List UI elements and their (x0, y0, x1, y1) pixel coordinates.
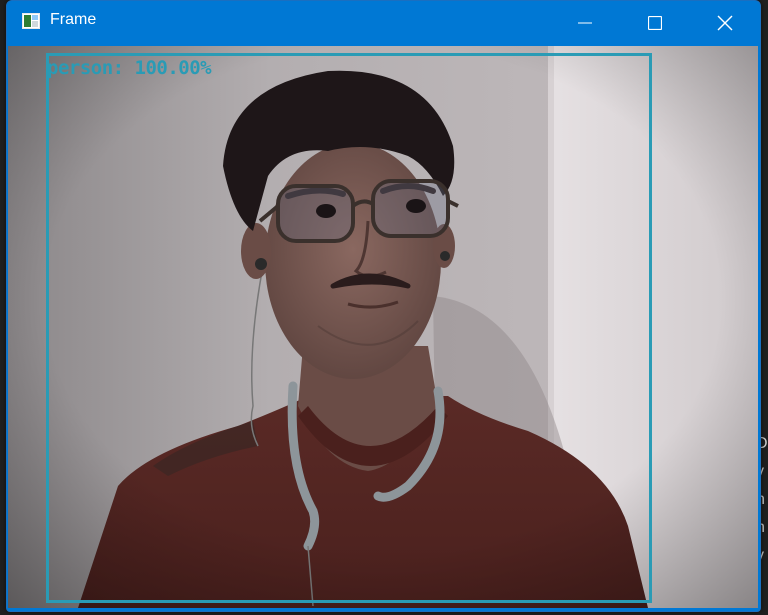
maximize-button[interactable] (620, 1, 690, 45)
app-icon (22, 13, 40, 29)
frame-window: Frame person: 100.00% (6, 0, 761, 612)
close-button[interactable] (690, 1, 760, 45)
detection-bounding-box (46, 53, 652, 603)
detection-label: person: 100.00% (47, 57, 212, 79)
window-title: Frame (50, 11, 97, 28)
close-icon (717, 15, 733, 31)
minimize-icon (578, 16, 592, 30)
minimize-button[interactable] (550, 1, 620, 45)
title-bar[interactable]: Frame (7, 1, 760, 45)
maximize-icon (648, 16, 662, 30)
video-frame: person: 100.00% (8, 46, 758, 608)
